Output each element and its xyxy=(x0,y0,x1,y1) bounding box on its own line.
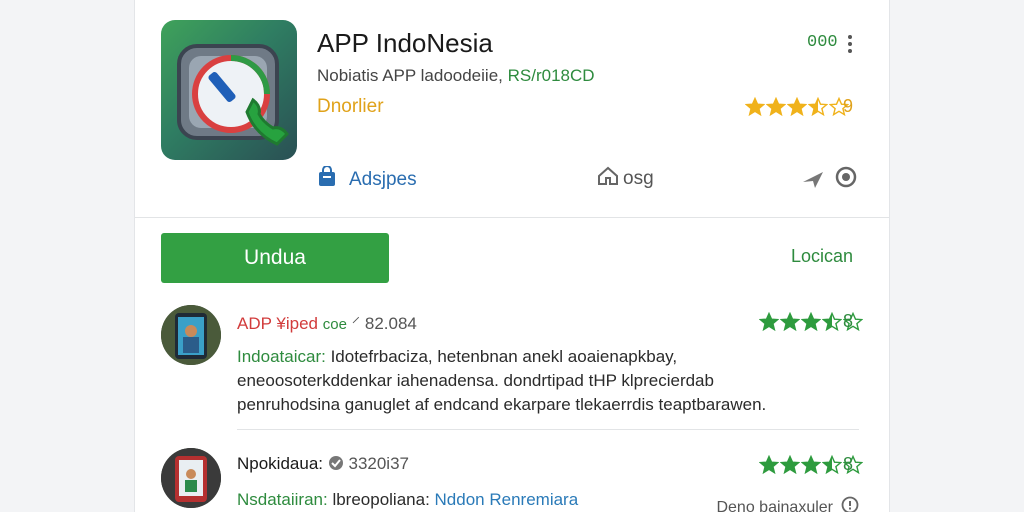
star-full-icon xyxy=(787,97,807,117)
version-badge: 000 xyxy=(807,33,838,52)
app-icon xyxy=(161,20,297,160)
send-icon[interactable] xyxy=(801,168,825,195)
developer-name[interactable]: Nobiatis APP ladoodeiie, xyxy=(317,66,503,85)
star-full-icon xyxy=(801,455,821,475)
reviewer-name: Npokidaua: xyxy=(237,454,324,473)
action-row: Adsjpes osg xyxy=(317,164,859,194)
install-button[interactable]: Undua xyxy=(161,233,389,283)
review-line-2: eneoosoterkddenkar iahenadensa. dondrtip… xyxy=(237,371,714,390)
share-button[interactable]: Adsjpes xyxy=(317,165,417,193)
section-divider xyxy=(135,217,889,218)
bag-icon xyxy=(317,165,337,193)
review-line-1b: Nddon Renremiara xyxy=(434,490,579,509)
home-label: osg xyxy=(623,167,654,189)
app-title: APP IndoNesia xyxy=(317,28,493,58)
review-header: ADP ¥iped coe ⸍ 82.084 xyxy=(237,311,417,334)
review-text-line: Nsdataiiran: lbreopoliana: Nddon Renremi… xyxy=(237,490,578,510)
avatar xyxy=(161,305,221,365)
review-rating: 8 xyxy=(843,311,854,331)
star-full-icon xyxy=(801,312,821,332)
review-item: ADP ¥iped coe ⸍ 82.084 8 Indoataicar: Id… xyxy=(161,305,863,430)
review-id: 3320i37 xyxy=(348,454,409,473)
avatar xyxy=(161,448,221,508)
more-options-icon[interactable] xyxy=(845,32,855,56)
star-half-icon xyxy=(822,312,842,332)
home-icon xyxy=(597,166,619,191)
review-item: Npokidaua: 3320i37 8 Nsdataiiran: lbreop… xyxy=(161,448,863,512)
review-divider xyxy=(237,429,859,430)
info-icon[interactable] xyxy=(835,166,857,193)
review-header: Npokidaua: 3320i37 xyxy=(237,454,409,476)
category-link[interactable]: Dnorlier xyxy=(317,96,384,118)
developer-line: Nobiatis APP ladoodeiie, RS/r018CD xyxy=(317,66,595,86)
star-full-icon xyxy=(745,97,765,117)
share-label: Adsjpes xyxy=(349,168,417,190)
star-full-icon xyxy=(759,312,779,332)
info-icon xyxy=(841,496,859,512)
star-half-icon xyxy=(808,97,828,117)
review-line-1: Idotefrbaciza, hetenbnan anekl aoaienapk… xyxy=(325,347,678,366)
verified-icon xyxy=(328,455,344,476)
review-lead: Indoataicar: xyxy=(237,347,326,366)
app-rating-stars xyxy=(745,97,849,117)
secondary-action-link[interactable]: Locican xyxy=(791,246,853,267)
review-line-3: penruhodsina ganuglet af endcand ekarpar… xyxy=(237,395,767,414)
reviewer-name: ADP xyxy=(237,314,272,333)
reviewer-tag: ¥iped xyxy=(276,314,318,333)
review-badge: coe xyxy=(322,316,347,333)
star-full-icon xyxy=(766,97,786,117)
see-more-label: Deno bainaxuler xyxy=(716,498,833,512)
see-more-link[interactable]: Deno bainaxuler xyxy=(716,496,859,512)
app-detail-card: APP IndoNesia 000 Nobiatis APP ladoodeii… xyxy=(134,0,890,512)
star-full-icon xyxy=(759,455,779,475)
star-full-icon xyxy=(780,455,800,475)
review-line-1a: lbreopoliana: xyxy=(327,490,435,509)
review-rating: 8 xyxy=(843,454,854,474)
review-text-line: Indoataicar: Idotefrbaciza, hetenbnan an… xyxy=(237,347,677,367)
review-id: ⸍ 82.084 xyxy=(351,314,417,333)
star-full-icon xyxy=(780,312,800,332)
app-rating-count: 9 xyxy=(843,96,854,116)
developer-code: RS/r018CD xyxy=(507,66,595,85)
review-lead: Nsdataiiran: xyxy=(237,490,328,509)
star-half-icon xyxy=(822,455,842,475)
home-button[interactable]: osg xyxy=(597,166,654,191)
